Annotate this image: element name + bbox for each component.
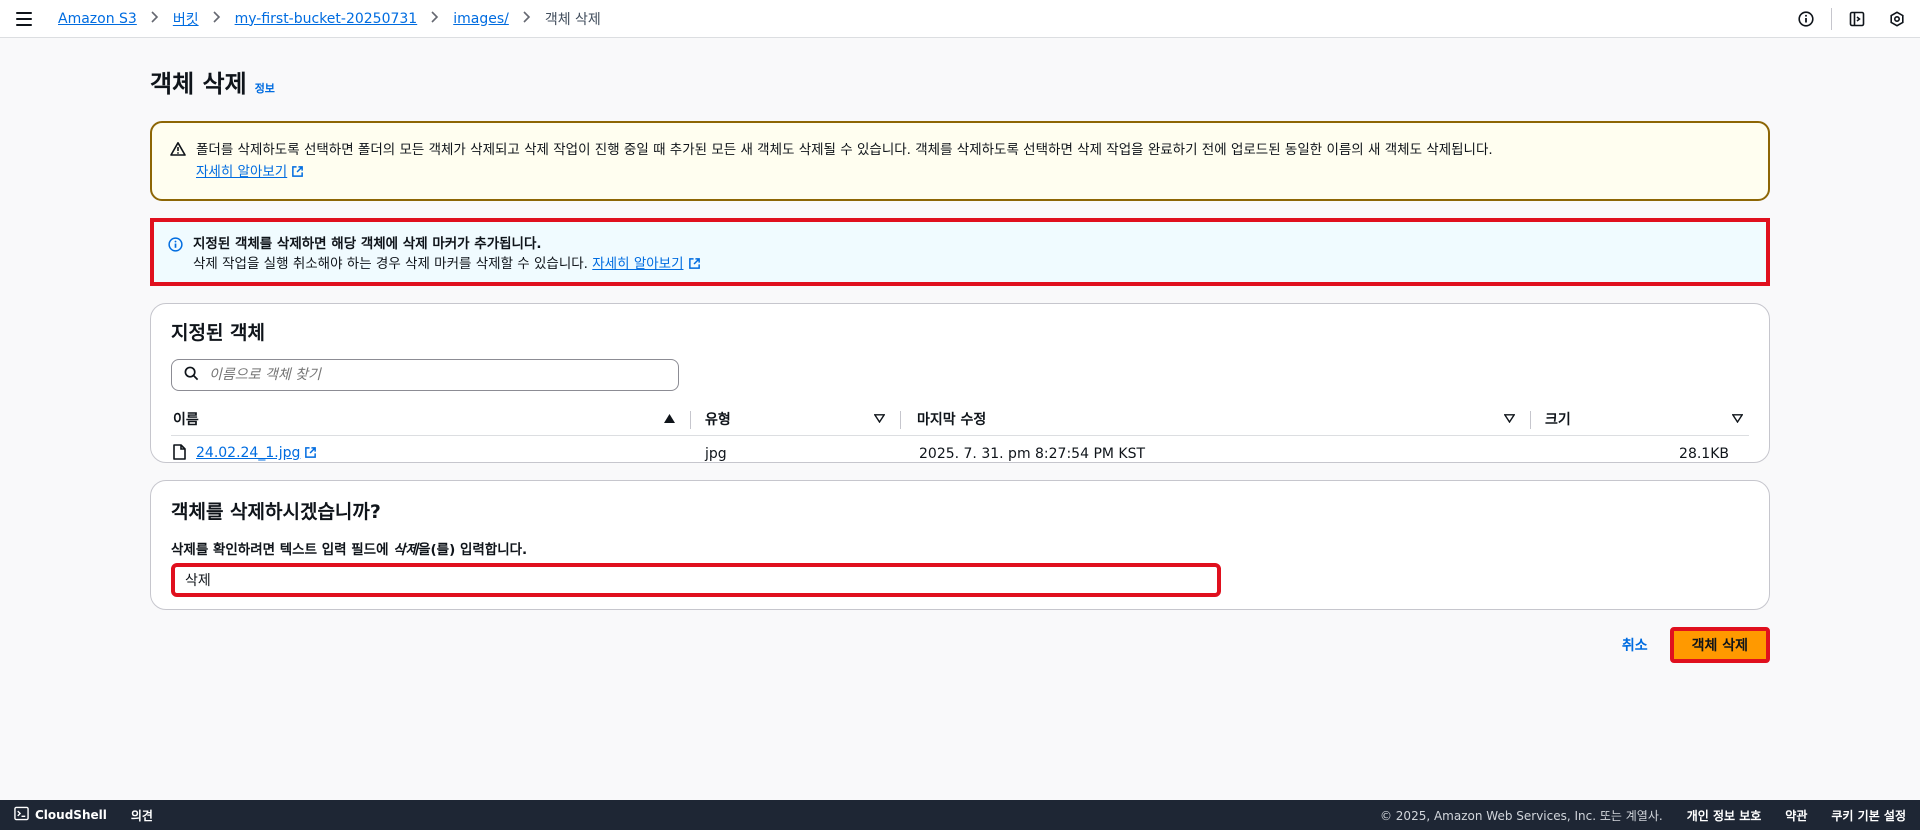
- cell-name: 24.02.24_1.jpg: [171, 436, 691, 473]
- breadcrumb-images-folder[interactable]: images/: [453, 11, 509, 27]
- feedback-link[interactable]: 의견: [131, 807, 153, 824]
- action-buttons: 취소 객체 삭제: [150, 627, 1770, 663]
- file-icon: [173, 444, 186, 464]
- breadcrumb: Amazon S3 버킷 my-first-bucket-20250731 im…: [58, 9, 601, 29]
- cell-size: 28.1KB: [1679, 446, 1729, 462]
- cookie-preferences-link[interactable]: 쿠키 기본 설정: [1831, 807, 1906, 824]
- column-header-last-modified-label: 마지막 수정: [917, 412, 987, 428]
- cell-type: jpg: [705, 446, 727, 462]
- cloudshell-button[interactable]: CloudShell: [14, 806, 107, 824]
- column-header-size-label: 크기: [1545, 412, 1571, 428]
- side-panel-icon[interactable]: [1848, 10, 1866, 28]
- object-name-label: 24.02.24_1.jpg: [196, 445, 301, 461]
- menu-icon[interactable]: [16, 11, 32, 26]
- info-alert-title: 지정된 객체를 삭제하면 해당 객체에 삭제 마커가 추가됩니다.: [193, 236, 542, 252]
- column-header-type-label: 유형: [705, 412, 731, 428]
- object-name-link[interactable]: 24.02.24_1.jpg: [196, 445, 317, 463]
- terminal-icon: [14, 806, 29, 824]
- confirm-label-prefix: 삭제를 확인하려면 텍스트 입력 필드에: [171, 542, 394, 558]
- divider: [1831, 8, 1832, 30]
- chevron-right-icon: [213, 10, 221, 27]
- breadcrumb-buckets[interactable]: 버킷: [173, 9, 199, 29]
- specified-objects-title: 지정된 객체: [171, 322, 266, 344]
- cloudshell-label: CloudShell: [35, 808, 107, 822]
- footer-links: © 2025, Amazon Web Services, Inc. 또는 계열사…: [1380, 807, 1906, 824]
- chevron-right-icon: [151, 10, 159, 27]
- breadcrumb-current: 객체 삭제: [544, 11, 601, 28]
- warning-learn-more-link[interactable]: 자세히 알아보기: [196, 164, 304, 180]
- main-content: 객체 삭제 정보 폴더를 삭제하도록 선택하면 폴더의 모든 객체가 삭제되고 …: [150, 38, 1770, 663]
- info-alert: 지정된 객체를 삭제하면 해당 객체에 삭제 마커가 추가됩니다. 삭제 작업을…: [150, 218, 1770, 286]
- info-alert-body-row: 삭제 작업을 실행 취소해야 하는 경우 삭제 마커를 삭제할 수 있습니다. …: [193, 254, 701, 276]
- objects-table: 이름 유형 마지막 수정 크기 24.02.24_1.jpg jpg 2025.…: [171, 403, 1749, 472]
- object-search-box[interactable]: [171, 359, 679, 391]
- copyright-text: © 2025, Amazon Web Services, Inc. 또는 계열사…: [1379, 808, 1663, 823]
- info-circle-icon: [168, 237, 183, 270]
- info-link[interactable]: 정보: [255, 80, 275, 96]
- sort-caret-down-icon: [873, 411, 886, 427]
- sort-caret-down-icon: [1731, 411, 1744, 427]
- warning-icon: [170, 141, 186, 185]
- breadcrumb-amazon-s3[interactable]: Amazon S3: [58, 11, 137, 27]
- settings-hexagon-icon[interactable]: [1888, 10, 1906, 28]
- page-header: 객체 삭제 정보: [150, 64, 1770, 99]
- external-link-icon: [304, 446, 317, 463]
- object-search-input[interactable]: [209, 367, 666, 383]
- footer: CloudShell 의견 © 2025, Amazon Web Service…: [0, 800, 1920, 830]
- cell-last-modified: 2025. 7. 31. pm 8:27:54 PM KST: [919, 446, 1146, 462]
- privacy-link[interactable]: 개인 정보 보호: [1687, 807, 1762, 824]
- warning-alert-text: 폴더를 삭제하도록 선택하면 폴더의 모든 객체가 삭제되고 삭제 작업이 진행…: [196, 142, 1493, 158]
- external-link-icon: [688, 256, 701, 276]
- confirm-delete-label: 삭제를 확인하려면 텍스트 입력 필드에 삭제을(를) 입력합니다.: [171, 538, 1749, 558]
- info-alert-content: 지정된 객체를 삭제하면 해당 객체에 삭제 마커가 추가됩니다. 삭제 작업을…: [193, 234, 701, 272]
- column-header-type[interactable]: 유형: [691, 403, 901, 436]
- page-title: 객체 삭제: [150, 70, 247, 98]
- confirm-label-keyword: 삭제: [393, 542, 419, 558]
- breadcrumb-bucket-name[interactable]: my-first-bucket-20250731: [235, 11, 418, 27]
- cancel-button[interactable]: 취소: [1622, 635, 1648, 655]
- search-icon: [184, 366, 199, 385]
- column-header-size[interactable]: 크기: [1531, 403, 1749, 436]
- terms-link[interactable]: 약관: [1785, 807, 1807, 824]
- chevron-right-icon: [431, 10, 439, 27]
- delete-objects-button[interactable]: 객체 삭제: [1669, 627, 1770, 663]
- column-header-name-label: 이름: [173, 412, 199, 428]
- specified-objects-panel: 지정된 객체 이름 유형: [150, 303, 1770, 463]
- confirm-delete-field[interactable]: [171, 563, 1221, 597]
- table-row: 24.02.24_1.jpg jpg 2025. 7. 31. pm 8:27:…: [171, 436, 1749, 473]
- column-header-name[interactable]: 이름: [171, 403, 691, 436]
- confirm-label-suffix: 을(를) 입력합니다.: [418, 542, 528, 558]
- top-navigation-bar: Amazon S3 버킷 my-first-bucket-20250731 im…: [0, 0, 1920, 38]
- sort-caret-down-icon: [1503, 411, 1516, 427]
- column-header-last-modified[interactable]: 마지막 수정: [901, 403, 1531, 436]
- top-icons: [1797, 0, 1906, 38]
- warning-learn-more-label: 자세히 알아보기: [196, 164, 288, 180]
- info-learn-more-label: 자세히 알아보기: [592, 256, 684, 272]
- external-link-icon: [291, 163, 304, 185]
- warning-alert: 폴더를 삭제하도록 선택하면 폴더의 모든 객체가 삭제되고 삭제 작업이 진행…: [150, 121, 1770, 201]
- chevron-right-icon: [523, 10, 531, 27]
- info-alert-body: 삭제 작업을 실행 취소해야 하는 경우 삭제 마커를 삭제할 수 있습니다.: [193, 256, 588, 272]
- confirm-delete-title: 객체를 삭제하시겠습니까?: [171, 501, 381, 523]
- confirm-delete-panel: 객체를 삭제하시겠습니까? 삭제를 확인하려면 텍스트 입력 필드에 삭제을(를…: [150, 480, 1770, 610]
- info-icon[interactable]: [1797, 10, 1815, 28]
- confirm-delete-input[interactable]: [185, 572, 1207, 588]
- warning-alert-content: 폴더를 삭제하도록 선택하면 폴더의 모든 객체가 삭제되고 삭제 작업이 진행…: [196, 139, 1493, 185]
- sort-ascending-icon: [664, 411, 675, 427]
- info-learn-more-link[interactable]: 자세히 알아보기: [592, 256, 700, 272]
- table-header-row: 이름 유형 마지막 수정 크기: [171, 403, 1749, 436]
